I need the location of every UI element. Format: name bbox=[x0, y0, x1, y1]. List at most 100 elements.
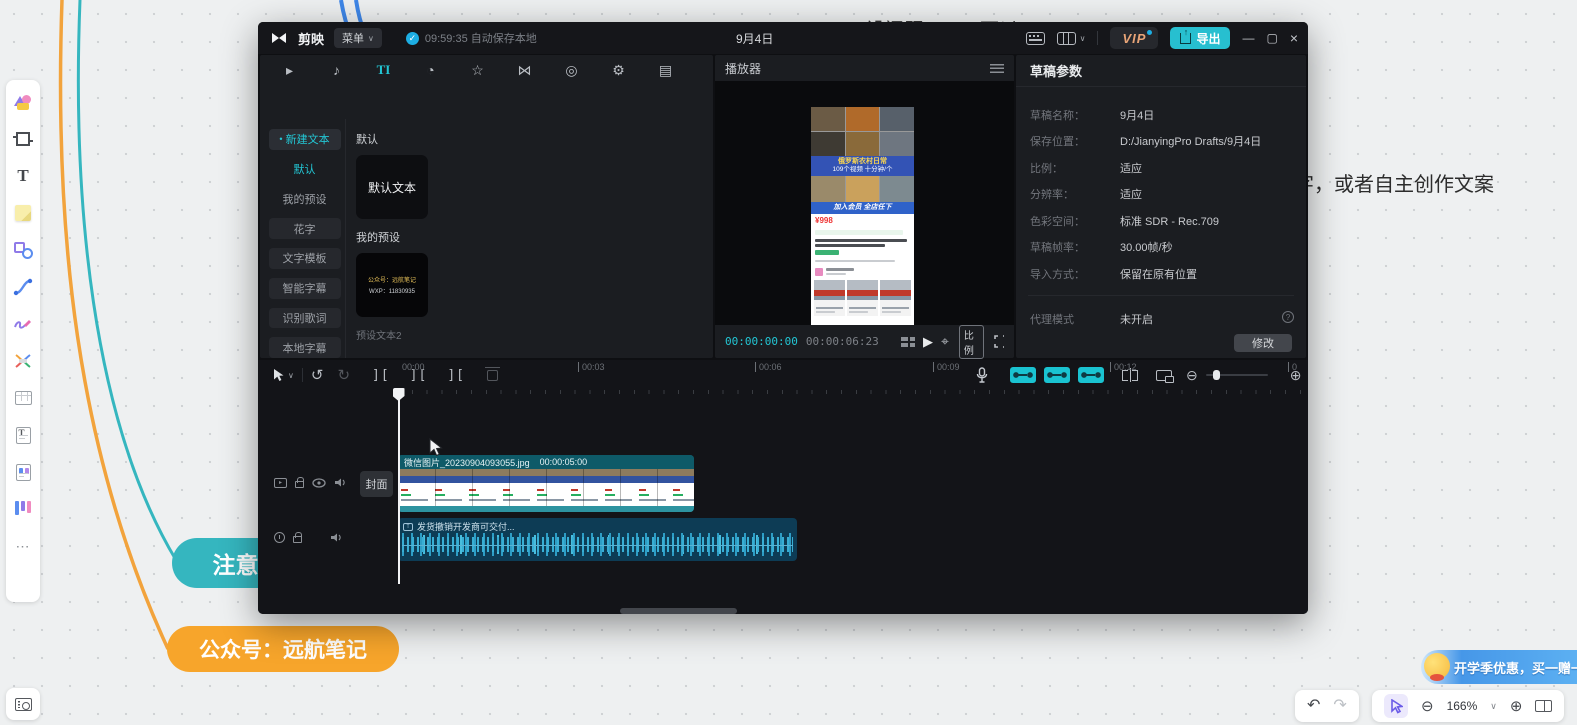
menu-label: 菜单 bbox=[342, 30, 364, 46]
vip-badge[interactable]: VIP bbox=[1110, 27, 1158, 49]
more-tools-icon[interactable]: ⋯ bbox=[13, 536, 33, 556]
timeline-zoom-slider[interactable] bbox=[1206, 374, 1268, 376]
layout-icon bbox=[1057, 32, 1076, 45]
lock-icon[interactable] bbox=[293, 536, 302, 543]
delete-icon[interactable] bbox=[487, 370, 498, 381]
undo-icon[interactable]: ↶ bbox=[1307, 698, 1320, 714]
mindmap-icon[interactable] bbox=[13, 351, 33, 371]
preview-video-thumbnail: 俄罗斯农村日常 109个视频 十分钟/个 加入会员 全店任下 ¥998 bbox=[811, 107, 914, 325]
tab-text[interactable]: TI文本 bbox=[360, 59, 407, 81]
playhead-line[interactable] bbox=[398, 390, 400, 584]
preview-photo-grid bbox=[811, 107, 914, 156]
speaker-icon[interactable] bbox=[330, 532, 342, 543]
tab-transitions[interactable]: ⋈转场 bbox=[501, 59, 548, 81]
mindmap-node-wechat[interactable]: 公众号：远航笔记 bbox=[167, 626, 399, 672]
ratio-button[interactable]: 比例 bbox=[959, 325, 984, 359]
speaker-icon[interactable] bbox=[334, 477, 346, 488]
card-icon[interactable] bbox=[13, 462, 33, 482]
minimize-button[interactable]: — bbox=[1242, 31, 1254, 45]
subnav-smart-captions[interactable]: 智能字幕 bbox=[269, 278, 341, 299]
subnav-text-templates[interactable]: 文字模板 bbox=[269, 248, 341, 269]
shortcuts-icon[interactable] bbox=[1026, 32, 1045, 45]
kanban-icon[interactable] bbox=[13, 499, 33, 519]
document-icon[interactable] bbox=[13, 425, 33, 445]
zoom-level[interactable]: 166% bbox=[1447, 699, 1478, 713]
tab-sticker[interactable]: ◔贴纸 bbox=[407, 59, 454, 81]
fullscreen-icon[interactable] bbox=[994, 335, 1004, 348]
eye-icon[interactable] bbox=[312, 478, 326, 488]
audio-clip[interactable]: T 发货撤销开发商可交付... bbox=[398, 518, 797, 561]
split-right-icon[interactable]: ][ bbox=[447, 369, 465, 382]
subnav-my-presets[interactable]: 我的预设 bbox=[269, 189, 341, 210]
timeline-zoom-out-icon[interactable]: ⊖ bbox=[1186, 368, 1198, 382]
shapes-icon[interactable] bbox=[13, 240, 33, 260]
sticky-note-icon[interactable] bbox=[13, 203, 33, 223]
player-menu-icon[interactable] bbox=[990, 64, 1004, 73]
text-tool-icon[interactable]: T bbox=[13, 166, 33, 186]
preview-axis-icon[interactable] bbox=[1156, 370, 1172, 381]
lock-icon[interactable] bbox=[295, 481, 304, 488]
modify-button[interactable]: 修改 bbox=[1234, 334, 1292, 352]
subnav-fancy-text[interactable]: 花字 bbox=[269, 218, 341, 239]
subnav-lyrics-recognition[interactable]: 识别歌词 bbox=[269, 308, 341, 329]
snapshot-icon[interactable]: ⌖ bbox=[941, 333, 949, 350]
frame-icon[interactable] bbox=[13, 129, 33, 149]
pointer-tool-button[interactable] bbox=[1384, 694, 1408, 718]
tab-filters[interactable]: ◎滤镜 bbox=[548, 59, 595, 81]
promo-text: 开学季优惠，买一赠一 bbox=[1454, 658, 1577, 677]
zoom-in-icon[interactable]: ⊕ bbox=[1510, 699, 1523, 714]
zoom-out-icon[interactable]: ⊖ bbox=[1421, 699, 1434, 714]
export-button[interactable]: ↑ 导出 bbox=[1170, 27, 1230, 49]
undo-icon[interactable]: ↺ bbox=[311, 368, 324, 383]
video-track-controls: ▸ bbox=[274, 477, 346, 488]
subnav-new-text[interactable]: •新建文本 bbox=[269, 129, 341, 150]
param-row-ratio: 比例：适应 bbox=[1030, 160, 1294, 176]
timeline-ruler[interactable] bbox=[358, 390, 1308, 406]
preset-text-card[interactable]: 公众号：远航笔记 WXP：11830935 bbox=[356, 253, 428, 317]
tab-media[interactable]: ▸媒体 bbox=[266, 59, 313, 81]
param-row-name: 草稿名称：9月4日 bbox=[1030, 107, 1294, 123]
auto-snap-toggle[interactable] bbox=[1044, 367, 1070, 383]
player-panel: 播放器 俄罗斯农村日常 109个视频 十分钟/个 加入会员 全店任下 ¥998 bbox=[715, 55, 1014, 358]
subnav-local-captions[interactable]: 本地字幕 bbox=[269, 337, 341, 358]
board-settings-button[interactable] bbox=[6, 688, 40, 720]
tab-effects[interactable]: ☆特效 bbox=[454, 59, 501, 81]
video-clip[interactable]: 微信图片_20230904093055.jpg 00:00:05:00 bbox=[398, 455, 694, 512]
default-text-card[interactable]: 默认文本 bbox=[356, 155, 428, 219]
board-settings-icon bbox=[15, 698, 32, 711]
main-track-magnet-toggle[interactable] bbox=[1010, 367, 1036, 383]
info-icon[interactable]: ? bbox=[1282, 311, 1294, 323]
play-button[interactable]: ▶ bbox=[923, 334, 933, 350]
layout-switcher[interactable]: ∨ bbox=[1057, 32, 1086, 45]
quality-icon[interactable] bbox=[901, 337, 915, 347]
maximize-button[interactable]: ▢ bbox=[1266, 31, 1277, 45]
preset-line-2: WXP：11830935 bbox=[369, 286, 415, 295]
select-tool[interactable]: ∨ bbox=[272, 368, 294, 382]
redo-icon[interactable]: ↻ bbox=[337, 368, 350, 383]
subnav-default[interactable]: 默认 bbox=[269, 159, 341, 180]
tab-audio[interactable]: ♪音频 bbox=[313, 59, 360, 81]
current-timecode: 00:00:00:00 bbox=[725, 335, 798, 348]
zoom-chevron-icon[interactable]: ∨ bbox=[1490, 701, 1497, 712]
timeline-scrollbar[interactable] bbox=[620, 608, 737, 614]
minimap-icon[interactable] bbox=[1535, 700, 1552, 712]
templates-icon[interactable] bbox=[13, 92, 33, 112]
ruler-label: 00:00 bbox=[402, 362, 425, 372]
cover-button[interactable]: 封面 bbox=[360, 471, 393, 497]
duration-timecode: 00:00:06:23 bbox=[806, 335, 879, 348]
connector-icon[interactable] bbox=[13, 277, 33, 297]
tab-adjust[interactable]: ⚙调节 bbox=[595, 59, 642, 81]
link-toggle[interactable] bbox=[1078, 367, 1104, 383]
pen-icon[interactable] bbox=[13, 314, 33, 334]
menu-button[interactable]: 菜单 ∨ bbox=[334, 28, 382, 48]
preview-product-cards bbox=[814, 280, 911, 316]
tab-templates[interactable]: ▤模板 bbox=[642, 59, 689, 81]
close-button[interactable]: × bbox=[1290, 30, 1298, 46]
promo-banner[interactable]: 开学季优惠，买一赠一 bbox=[1421, 650, 1577, 684]
record-voiceover-icon[interactable] bbox=[976, 367, 988, 383]
param-row-resolution: 分辨率：适应 bbox=[1030, 186, 1294, 202]
redo-icon[interactable]: ↷ bbox=[1333, 698, 1346, 714]
split-icon[interactable]: ][ bbox=[372, 369, 390, 382]
slider-knob[interactable] bbox=[1213, 370, 1220, 380]
table-icon[interactable] bbox=[13, 388, 33, 408]
